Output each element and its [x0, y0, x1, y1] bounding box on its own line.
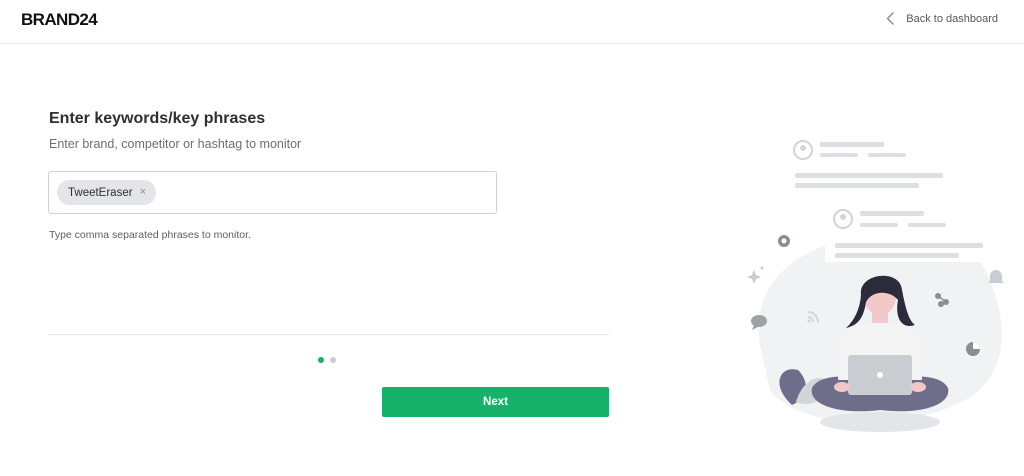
brand-logo[interactable]: BRAND24	[21, 10, 98, 30]
divider	[48, 334, 609, 335]
post-card-icon	[825, 200, 1005, 262]
page-title: Enter keywords/key phrases	[49, 110, 266, 127]
onboarding-illustration	[740, 130, 1020, 450]
step-indicator	[318, 357, 336, 363]
post-card-icon	[785, 135, 960, 195]
back-to-dashboard-label: Back to dashboard	[906, 12, 998, 25]
chevron-left-icon	[886, 12, 895, 25]
step-dot-1	[318, 357, 324, 363]
keywords-input[interactable]: TweetEraser ×	[48, 171, 497, 214]
next-button[interactable]: Next	[382, 387, 609, 417]
step-dot-2	[330, 357, 336, 363]
keyword-tag: TweetEraser ×	[57, 180, 156, 205]
keyword-tag-label: TweetEraser	[68, 186, 133, 199]
close-icon[interactable]: ×	[140, 187, 146, 198]
top-bar: BRAND24 Back to dashboard	[0, 0, 1024, 44]
page-subtitle: Enter brand, competitor or hashtag to mo…	[49, 137, 302, 151]
input-hint: Type comma separated phrases to monitor.	[49, 229, 251, 241]
back-to-dashboard-link[interactable]: Back to dashboard	[886, 12, 998, 25]
